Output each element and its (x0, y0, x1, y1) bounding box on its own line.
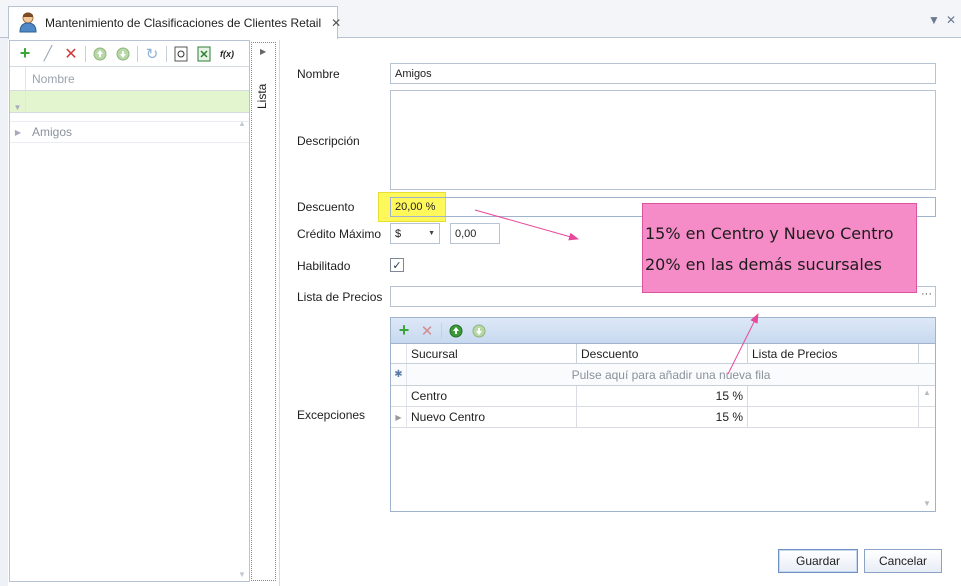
guardar-button[interactable]: Guardar (778, 549, 858, 573)
annotation-arrows (474, 209, 759, 375)
cancelar-button[interactable]: Cancelar (864, 549, 942, 573)
arrow-to-note (474, 209, 579, 241)
arrow-to-excepciones (727, 313, 759, 375)
